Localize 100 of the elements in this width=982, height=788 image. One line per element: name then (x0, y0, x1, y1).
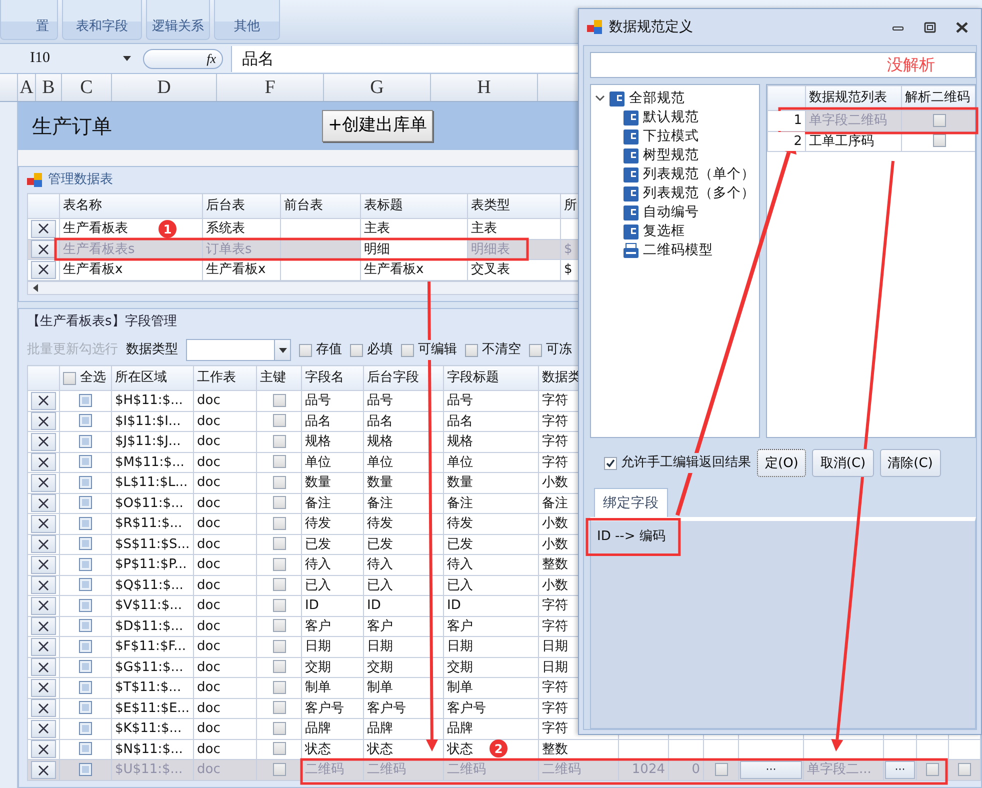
tree-item[interactable]: 树型规范 (643, 145, 699, 166)
checkbox[interactable] (272, 516, 286, 530)
ribbon-tab[interactable]: 表和字段 (62, 0, 142, 40)
column-header[interactable]: B (36, 74, 62, 101)
checkbox[interactable] (79, 558, 92, 571)
ellipsis-button[interactable]: ··· (740, 761, 802, 779)
column-header[interactable]: 字段名 (302, 366, 364, 390)
checkbox[interactable] (465, 344, 478, 356)
tree-item[interactable]: 下拉模式 (643, 126, 699, 147)
column-header[interactable]: 后台字段 (364, 366, 444, 390)
column-header[interactable]: A (18, 74, 36, 101)
checkbox[interactable] (272, 701, 286, 714)
delete-button[interactable] (31, 740, 56, 758)
checkbox[interactable] (933, 134, 946, 148)
checkbox[interactable] (79, 578, 92, 592)
checkbox[interactable] (79, 598, 92, 612)
checkbox[interactable] (79, 476, 92, 489)
column-header[interactable]: H (431, 74, 538, 101)
ribbon-tab[interactable]: 置 (0, 0, 58, 40)
delete-button[interactable] (31, 474, 56, 492)
data-type-dropdown[interactable] (186, 339, 291, 361)
checkbox[interactable] (926, 763, 939, 776)
checkbox[interactable] (714, 763, 728, 776)
dialog-button[interactable]: 清除(C) (880, 449, 941, 477)
column-header[interactable]: 主键 (256, 366, 302, 390)
tree-item[interactable]: 全部规范 (629, 88, 685, 109)
checkbox[interactable] (604, 456, 617, 470)
checkbox[interactable] (272, 640, 286, 653)
column-header[interactable]: 前台表 (280, 194, 360, 218)
checkbox[interactable] (958, 763, 971, 776)
delete-button[interactable] (31, 412, 56, 430)
delete-button[interactable] (31, 220, 56, 238)
tree-item[interactable]: 列表规范（多个） (643, 183, 755, 204)
checkbox[interactable] (79, 742, 92, 756)
delete-button[interactable] (31, 678, 56, 697)
delete-button[interactable] (31, 556, 56, 574)
delete-button[interactable] (31, 514, 56, 533)
checkbox[interactable] (933, 114, 946, 127)
delete-button[interactable] (31, 260, 56, 279)
checkbox[interactable] (272, 598, 286, 612)
function-button[interactable]: fx (143, 48, 223, 68)
column-header[interactable]: 字段标题 (444, 366, 538, 390)
ellipsis-button[interactable]: ··· (885, 761, 915, 779)
checkbox[interactable] (272, 660, 286, 674)
checkbox[interactable] (272, 394, 286, 407)
checkbox[interactable] (401, 344, 414, 356)
column-header[interactable]: 表标题 (360, 194, 468, 218)
dialog-button[interactable]: 定(O) (757, 449, 806, 477)
delete-button[interactable] (31, 494, 56, 512)
delete-button[interactable] (31, 617, 56, 636)
delete-button[interactable] (31, 535, 56, 554)
checkbox[interactable] (272, 763, 286, 776)
table-row[interactable]: 2 工单工序码 (768, 131, 975, 152)
checkbox[interactable] (63, 372, 76, 384)
checkbox[interactable] (79, 516, 92, 530)
delete-button[interactable] (31, 432, 56, 451)
column-header[interactable]: 后台表 (202, 194, 280, 218)
delete-button[interactable] (31, 699, 56, 718)
checkbox[interactable] (272, 680, 286, 694)
column-header[interactable]: D (112, 74, 217, 101)
checkbox[interactable] (272, 722, 286, 735)
checkbox[interactable] (272, 434, 286, 448)
checkbox[interactable] (272, 578, 286, 592)
checkbox[interactable] (272, 537, 286, 550)
table-row[interactable]: 生产看板表s 订单表s 明细 明细表 $ (28, 239, 620, 260)
create-button[interactable]: +创建出库单 (322, 110, 434, 142)
tree-item[interactable]: 复选框 (643, 221, 685, 242)
dialog-button[interactable]: 取消(C) (812, 449, 874, 477)
tree-item[interactable]: 自动编号 (643, 202, 699, 223)
column-header[interactable]: C (62, 74, 112, 101)
checkbox[interactable] (79, 640, 92, 653)
table-row[interactable]: $U$11:$... doc 二维码 二维码 二维码 二维码 1024 0 ··· 单字段二... ··· (28, 760, 980, 780)
checkbox[interactable] (79, 722, 92, 735)
checkbox[interactable] (350, 344, 363, 356)
checkbox[interactable] (79, 763, 92, 776)
delete-button[interactable] (31, 596, 56, 615)
checkbox[interactable] (79, 680, 92, 694)
delete-button[interactable] (31, 720, 56, 738)
search-field[interactable]: 没解析 (590, 52, 976, 78)
delete-button[interactable] (31, 576, 56, 594)
column-header[interactable]: 表名称 (60, 194, 202, 218)
column-header[interactable]: F (217, 74, 324, 101)
delete-button[interactable] (31, 240, 56, 258)
tree-item[interactable]: 列表规范（单个） (643, 164, 755, 185)
checkbox[interactable] (529, 344, 542, 356)
expander-icon[interactable] (595, 95, 605, 102)
delete-button[interactable] (31, 392, 56, 410)
delete-button[interactable] (31, 761, 56, 779)
tree-item[interactable]: 默认规范 (643, 107, 699, 128)
checkbox[interactable] (272, 496, 286, 510)
column-header[interactable]: 所在区域 (112, 366, 194, 390)
checkbox[interactable] (79, 701, 92, 714)
tab[interactable]: 绑定字段 (594, 488, 668, 518)
delete-button[interactable] (31, 453, 56, 472)
checkbox[interactable] (79, 537, 92, 550)
table-row[interactable]: 1 单字段二维码 (768, 110, 975, 131)
checkbox[interactable] (79, 434, 92, 448)
checkbox[interactable] (79, 496, 92, 510)
column-header[interactable]: G (324, 74, 431, 101)
checkbox[interactable] (79, 455, 92, 468)
